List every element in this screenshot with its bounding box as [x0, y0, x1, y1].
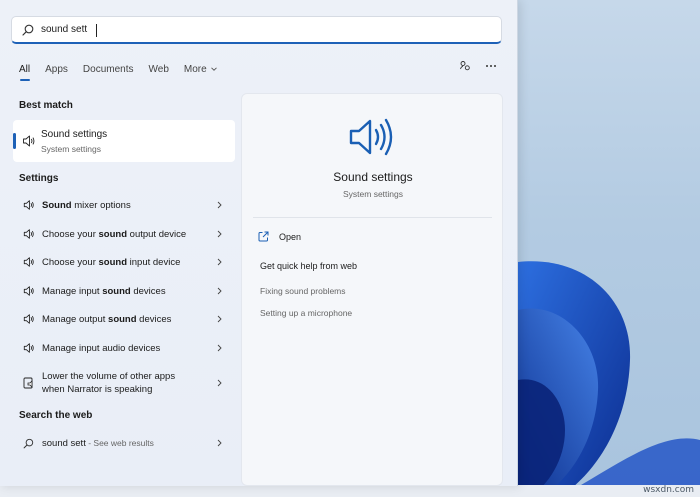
result-label: Manage input audio devices [42, 342, 161, 354]
chevron-right-icon [217, 379, 222, 387]
result-label: Choose your sound input device [42, 256, 181, 268]
narrator-icon [22, 377, 35, 390]
tab-more[interactable]: More [184, 64, 218, 75]
speaker-icon [22, 256, 35, 269]
ellipsis-icon [486, 65, 496, 67]
result-label: sound sett - See web results [42, 437, 154, 449]
open-external-icon [258, 231, 269, 242]
people-icon [460, 61, 470, 71]
chevron-right-icon [217, 344, 222, 352]
search-icon [22, 437, 35, 450]
result-label: Manage input sound devices [42, 285, 166, 297]
speaker-icon [22, 313, 35, 326]
speaker-icon [349, 118, 393, 156]
tab-toolbar [458, 59, 510, 73]
preview-title: Sound settings [333, 170, 413, 184]
speaker-icon [22, 285, 35, 298]
search-box[interactable] [11, 16, 502, 44]
chevron-right-icon [217, 315, 222, 323]
tab-web[interactable]: Web [149, 64, 169, 75]
settings-result-manage-input-audio[interactable]: Manage input audio devices [13, 335, 235, 361]
result-label: Lower the volume of other apps when Narra… [42, 371, 176, 395]
search-input[interactable] [41, 19, 461, 40]
result-label: Sound mixer options [42, 199, 131, 211]
chevron-right-icon [217, 287, 222, 295]
watermark-text: wsxdn.com [643, 485, 694, 495]
chevron-right-icon [217, 230, 222, 238]
help-link-microphone[interactable]: Setting up a microphone [260, 308, 352, 318]
taskbar [0, 485, 700, 497]
speaker-icon [22, 199, 35, 212]
open-action[interactable]: Open [258, 231, 301, 242]
more-options-button[interactable] [484, 59, 498, 73]
best-match-title: Sound settings [41, 129, 108, 140]
selection-indicator [13, 133, 16, 149]
filter-tabs: All Apps Documents Web More [19, 60, 233, 81]
account-switch-button[interactable] [458, 59, 472, 73]
best-match-subtitle: System settings [41, 144, 101, 154]
settings-result-narrator-volume[interactable]: Lower the volume of other apps when Narra… [13, 367, 235, 399]
result-label: Manage output sound devices [42, 313, 172, 325]
tab-all[interactable]: All [19, 64, 31, 81]
chevron-right-icon [217, 201, 222, 209]
tab-apps[interactable]: Apps [45, 64, 68, 75]
settings-result-manage-input-sound[interactable]: Manage input sound devices [13, 278, 235, 304]
chevron-down-icon [210, 67, 217, 71]
speaker-icon [23, 135, 35, 147]
tab-documents[interactable]: Documents [83, 64, 134, 75]
search-window: All Apps Documents Web More Best match [0, 0, 518, 486]
text-caret [96, 24, 97, 37]
settings-result-output-device[interactable]: Choose your sound output device [13, 221, 235, 247]
search-web-heading: Search the web [19, 410, 93, 421]
best-match-heading: Best match [19, 100, 73, 111]
preview-pane: Sound settings System settings Open Get … [241, 93, 503, 486]
help-link-fixing-sound[interactable]: Fixing sound problems [260, 286, 346, 296]
quick-help-heading: Get quick help from web [260, 261, 358, 271]
chevron-right-icon [217, 439, 222, 447]
search-icon [22, 24, 34, 36]
best-match-result[interactable]: Sound settings System settings [13, 120, 235, 162]
settings-result-sound-mixer[interactable]: Sound mixer options [13, 192, 235, 218]
settings-heading: Settings [19, 173, 59, 184]
divider [253, 217, 492, 218]
speaker-icon [22, 228, 35, 241]
chevron-right-icon [217, 258, 222, 266]
web-search-result[interactable]: sound sett - See web results [13, 430, 235, 456]
settings-result-input-device[interactable]: Choose your sound input device [13, 249, 235, 275]
result-label: Choose your sound output device [42, 228, 187, 240]
preview-subtitle: System settings [343, 189, 403, 199]
settings-result-manage-output-sound[interactable]: Manage output sound devices [13, 306, 235, 332]
speaker-icon [22, 342, 35, 355]
